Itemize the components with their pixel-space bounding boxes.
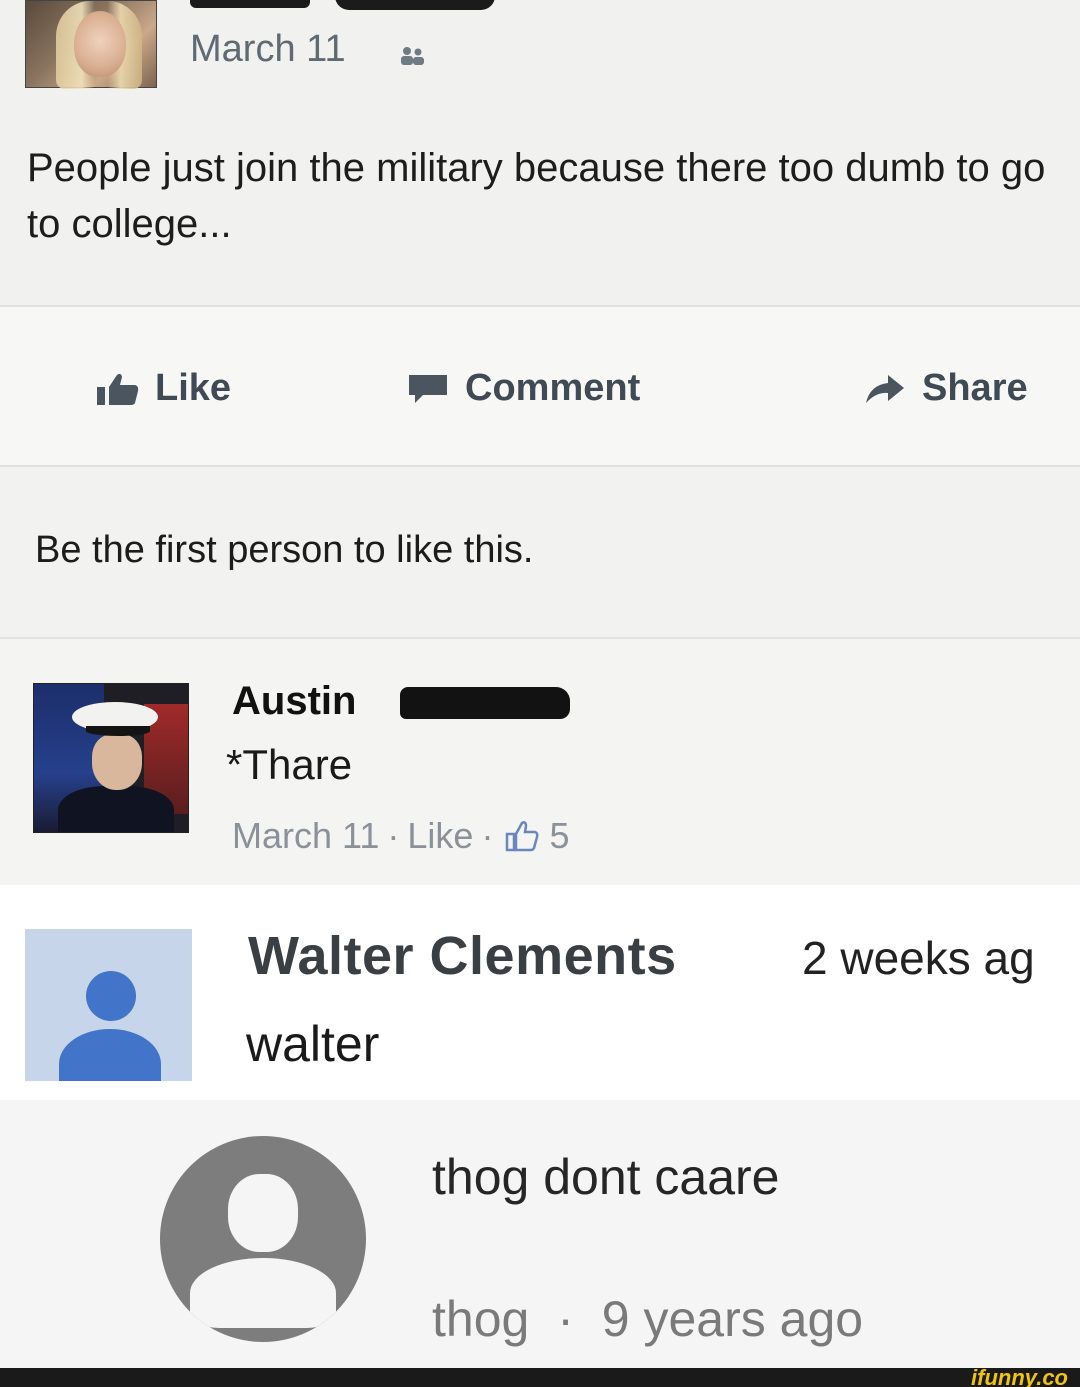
comment-austin: Austin *Thare March 11 · Like · 5 [0,637,1080,885]
post-action-bar: Like Comment Share [0,305,1080,467]
default-avatar-icon[interactable] [25,929,192,1081]
post-text: People just join the military because th… [27,146,1046,246]
thumbs-up-icon [506,821,539,852]
comment-walter: Walter Clements 2 weeks ag walter [0,885,1080,1100]
comment-like-count: 5 [549,815,570,856]
avatar-body [190,1258,336,1328]
commenter-name[interactable]: Austin [232,679,356,724]
share-arrow-icon [866,374,904,403]
comment-meta: March 11 · Like · 5 [232,815,569,857]
avatar-visor [86,726,150,736]
comment-timestamp[interactable]: 2 weeks ag [802,931,1080,985]
comment-body: *Thare [226,741,353,788]
comment-thog: thog dont caare thog · 9 years ago [0,1100,1080,1368]
share-button[interactable]: Share [862,367,1028,410]
separator-dot: · [481,815,494,856]
separator-dot: · [387,815,400,856]
likes-summary: Be the first person to like this. [0,467,1080,637]
thumbs-up-icon [97,373,139,405]
redacted-surname [400,687,570,719]
comment-label: Comment [465,367,641,409]
watermark-bar: ifunny.co [0,1365,1080,1387]
commenter-avatar[interactable] [33,683,189,833]
screenshot-page: March 11 People just join the military b… [0,0,1080,1387]
post-date[interactable]: March 11 [190,28,346,71]
avatar-face [74,11,126,77]
comment-body: walter [246,1016,380,1072]
comment-button[interactable]: Comment [405,367,640,410]
friends-icon [401,47,424,65]
avatar-face [92,734,142,790]
speech-bubble-icon [409,374,447,403]
comment-date[interactable]: March 11 [232,815,379,857]
commenter-name[interactable]: thog [432,1291,529,1347]
like-label: Like [155,367,232,409]
default-user-icon[interactable] [160,1136,366,1342]
commenter-name[interactable]: Walter Clements [248,925,677,987]
comment-like-link[interactable]: Like [407,815,473,857]
share-label: Share [922,367,1028,409]
comment-body: thog dont caare [432,1149,780,1205]
redacted-name [190,0,310,8]
comment-timestamp: 9 years ago [601,1291,864,1347]
avatar-body [59,1029,161,1081]
first-like-text[interactable]: Be the first person to like this. [35,529,533,572]
comment-meta: thog · 9 years ago [432,1290,863,1348]
redacted-surname [335,0,495,10]
ifunny-watermark: ifunny.co [971,1365,1068,1387]
avatar-uniform [58,786,174,832]
poster-avatar[interactable] [25,0,157,89]
avatar-head [86,971,136,1021]
avatar-head [228,1174,298,1252]
facebook-post: March 11 People just join the military b… [0,0,1080,305]
separator-dot: · [557,1291,574,1347]
like-button[interactable]: Like [95,367,231,410]
